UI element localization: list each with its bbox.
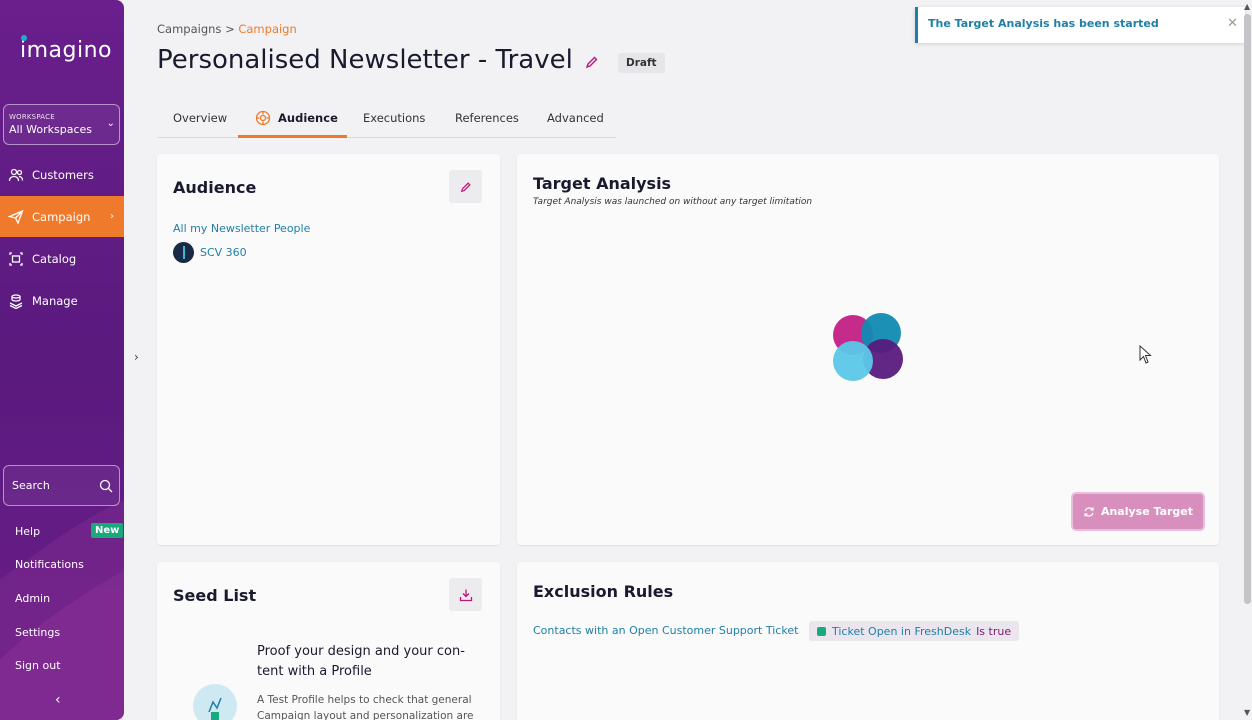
profile-illustration-icon [193, 684, 237, 720]
seed-list-card: Seed List Proof your design and your con… [157, 562, 500, 720]
tab-references[interactable]: References [455, 111, 519, 125]
logo-text: imagino [20, 38, 113, 63]
status-badge: Draft [618, 53, 665, 73]
seed-list-title: Seed List [173, 586, 257, 605]
scroll-up-icon[interactable]: ▲ [1244, 2, 1250, 11]
signout-link[interactable]: Sign out [15, 659, 61, 672]
pencil-icon[interactable] [585, 55, 599, 69]
settings-link[interactable]: Settings [15, 626, 60, 639]
collapse-sidebar-icon[interactable]: ‹ [55, 692, 61, 708]
seed-list-headline: Proof your design and your con- tent wit… [257, 642, 465, 682]
condition-name[interactable]: Ticket Open in FreshDesk [832, 625, 971, 638]
chevron-right-icon: › [110, 211, 114, 222]
active-tab-indicator [238, 135, 347, 138]
seed-list-headline-line: tent with a Profile [257, 664, 372, 679]
seed-list-headline-line: Proof your design and your con- [257, 644, 465, 659]
stack-icon [9, 293, 23, 309]
scrollbar-thumb[interactable] [1244, 14, 1251, 604]
audience-card: Audience All my Newsletter People SCV 36… [157, 154, 500, 545]
sidebar-item-customers[interactable]: Customers [0, 154, 124, 195]
exclusion-rules-title: Exclusion Rules [533, 582, 674, 601]
sidebar: imagino WORKSPACE All Workspaces ⌄ Custo… [0, 0, 124, 720]
source-name: SCV 360 [200, 246, 247, 259]
exclusion-rule-link[interactable]: Contacts with an Open Customer Support T… [533, 624, 798, 637]
tab-executions[interactable]: Executions [363, 111, 425, 125]
analyse-target-label: Analyse Target [1100, 505, 1194, 518]
imagino-logo[interactable]: imagino [20, 35, 113, 63]
toast-notification: The Target Analysis has been started ✕ [915, 7, 1245, 43]
rule-condition-tag: Ticket Open in FreshDesk Is true [809, 621, 1020, 641]
breadcrumb-current: Campaign [238, 22, 297, 36]
tab-overview[interactable]: Overview [173, 111, 227, 125]
chevron-down-icon: ⌄ [106, 118, 115, 129]
edit-audience-button[interactable] [449, 170, 482, 203]
breadcrumb: Campaigns > Campaign [157, 22, 297, 36]
sidebar-search[interactable]: Search [3, 465, 120, 506]
analyse-target-button[interactable]: Analyse Target [1073, 494, 1203, 529]
target-analysis-card: Target Analysis Target Analysis was laun… [517, 154, 1219, 545]
notifications-link[interactable]: Notifications [15, 558, 84, 571]
mouse-cursor-icon [1139, 345, 1152, 364]
scv-source-icon [173, 242, 194, 263]
admin-link[interactable]: Admin [15, 592, 50, 605]
catalog-icon [9, 251, 23, 266]
refresh-icon [1084, 506, 1094, 517]
logo-dot-icon [21, 35, 27, 41]
audience-source[interactable]: SCV 360 [173, 242, 247, 263]
tab-bar: Overview Audience Executions References … [157, 104, 616, 138]
new-badge: New [91, 523, 124, 538]
page-scrollbar[interactable]: ▲ ▼ [1243, 0, 1252, 720]
close-icon[interactable]: ✕ [1227, 16, 1238, 31]
sidebar-item-campaign[interactable]: Campaign › [0, 196, 124, 237]
target-analysis-title: Target Analysis [533, 174, 672, 193]
tab-audience[interactable]: Audience [278, 111, 338, 125]
pencil-icon [460, 181, 471, 192]
seed-list-body-line: Campaign layout and personalization are [257, 710, 474, 720]
loading-spinner-icon [833, 313, 903, 381]
expand-panel-icon[interactable]: › [134, 350, 139, 364]
audience-segment-link[interactable]: All my Newsletter People [173, 222, 310, 235]
condition-status-icon [817, 626, 826, 636]
workspace-label: WORKSPACE [9, 113, 55, 121]
sidebar-item-label: Manage [32, 293, 78, 308]
users-icon [8, 168, 24, 181]
toast-message: The Target Analysis has been started [928, 17, 1159, 30]
page-title: Personalised Newsletter - Travel [157, 45, 573, 75]
breadcrumb-separator: > [225, 22, 235, 36]
exclusion-rules-card: Exclusion Rules Contacts with an Open Cu… [517, 562, 1219, 720]
audience-title: Audience [173, 178, 257, 197]
paper-plane-icon [8, 209, 24, 225]
seed-list-body-line: A Test Profile helps to check that gener… [257, 694, 472, 706]
sidebar-item-label: Customers [32, 167, 94, 182]
breadcrumb-root[interactable]: Campaigns [157, 22, 221, 36]
help-link[interactable]: Help [15, 525, 40, 538]
scroll-down-icon[interactable]: ▼ [1244, 708, 1250, 717]
workspace-selector[interactable]: WORKSPACE All Workspaces ⌄ [3, 104, 120, 145]
sidebar-item-catalog[interactable]: Catalog [0, 238, 124, 279]
seed-list-body: A Test Profile helps to check that gener… [257, 692, 474, 720]
download-icon [459, 589, 472, 601]
sidebar-item-label: Catalog [32, 251, 77, 266]
download-seed-list-button[interactable] [449, 578, 482, 611]
sidebar-item-manage[interactable]: Manage [0, 280, 124, 321]
sidebar-item-label: Campaign [32, 209, 91, 224]
tab-advanced[interactable]: Advanced [547, 111, 604, 125]
target-analysis-subtitle: Target Analysis was launched on without … [533, 197, 813, 207]
target-icon [255, 110, 271, 126]
search-placeholder: Search [12, 479, 50, 492]
workspace-value: All Workspaces [9, 123, 92, 136]
condition-operator: Is true [976, 624, 1012, 638]
search-icon [99, 479, 113, 492]
